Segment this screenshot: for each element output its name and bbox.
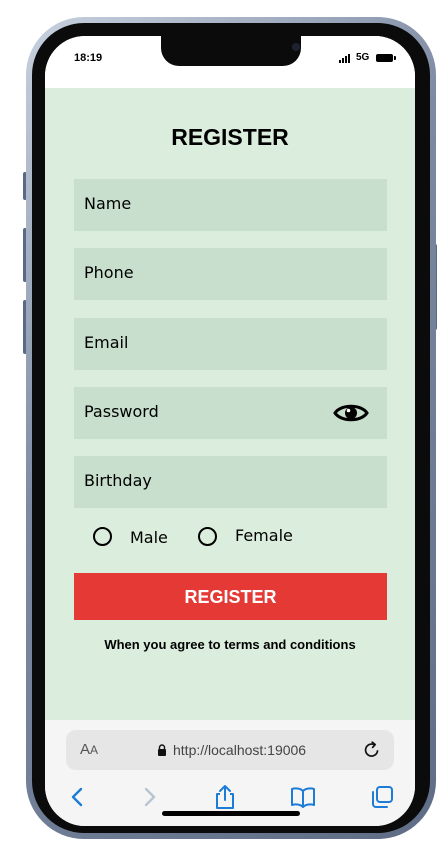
- female-label[interactable]: Female: [235, 526, 293, 545]
- forward-icon[interactable]: [136, 784, 162, 810]
- password-field[interactable]: Password: [74, 387, 387, 439]
- register-screen: REGISTER Name Phone Email Password Birth…: [45, 88, 415, 720]
- gender-option-male[interactable]: Male: [93, 524, 193, 554]
- phone-field[interactable]: Phone: [74, 248, 387, 300]
- front-camera: [292, 43, 300, 51]
- name-field[interactable]: Name: [74, 179, 387, 231]
- tabs-icon[interactable]: [369, 784, 395, 810]
- address-bar[interactable]: AA http://localhost:19006: [66, 730, 394, 770]
- email-field-label: Email: [84, 333, 129, 352]
- url-text[interactable]: http://localhost:19006: [173, 742, 306, 758]
- back-icon[interactable]: [65, 784, 91, 810]
- text-size-button[interactable]: AA: [80, 741, 98, 758]
- reload-icon[interactable]: [362, 740, 382, 760]
- network-type: 5G: [356, 52, 370, 63]
- male-radio[interactable]: [93, 527, 112, 546]
- bookmarks-icon[interactable]: [290, 784, 316, 810]
- status-bar: 18:19 5G: [45, 36, 415, 88]
- register-button[interactable]: REGISTER: [74, 573, 387, 620]
- battery-icon: [376, 54, 396, 62]
- email-field[interactable]: Email: [74, 318, 387, 370]
- phone-field-label: Phone: [84, 263, 134, 282]
- share-icon[interactable]: [212, 784, 238, 810]
- home-indicator: [162, 811, 300, 816]
- gender-option-female[interactable]: Female: [198, 524, 308, 554]
- page-title: REGISTER: [171, 124, 289, 150]
- device-stage: 18:19 5G REGISTER Name Phone Email Passw…: [0, 0, 448, 862]
- birthday-field[interactable]: Birthday: [74, 456, 387, 508]
- eye-icon[interactable]: [333, 401, 369, 425]
- name-field-label: Name: [84, 194, 132, 213]
- terms-text: When you agree to terms and conditions: [104, 637, 356, 652]
- birthday-field-label: Birthday: [84, 471, 152, 490]
- female-radio[interactable]: [198, 527, 217, 546]
- signal-icon: [339, 54, 353, 63]
- password-field-label: Password: [84, 402, 159, 421]
- lock-icon: [158, 744, 166, 756]
- phone-screen: 18:19 5G REGISTER Name Phone Email Passw…: [45, 36, 415, 826]
- notch: [161, 36, 301, 66]
- status-time: 18:19: [74, 52, 103, 64]
- male-label[interactable]: Male: [130, 528, 168, 547]
